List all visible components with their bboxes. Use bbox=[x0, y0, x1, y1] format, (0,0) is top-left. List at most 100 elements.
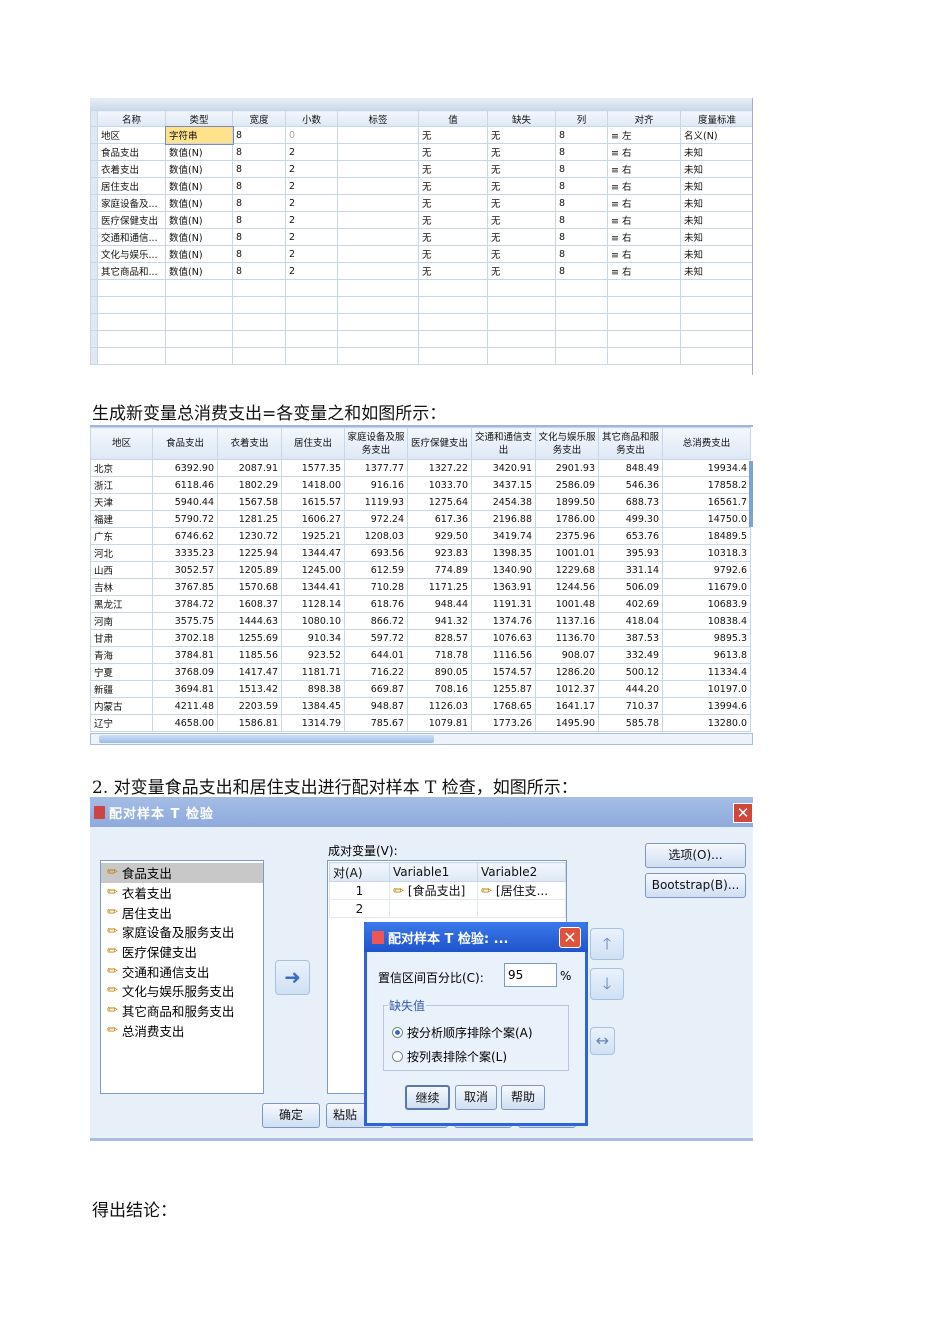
table-cell[interactable]: 8 bbox=[232, 245, 286, 263]
table-cell[interactable]: 2454.38 bbox=[471, 493, 536, 511]
column-header[interactable]: 宽度 bbox=[232, 110, 286, 127]
table-cell[interactable] bbox=[337, 177, 419, 195]
table-cell[interactable]: 1570.68 bbox=[217, 578, 282, 596]
table-cell[interactable]: 653.76 bbox=[598, 527, 663, 545]
table-cell[interactable]: 499.30 bbox=[598, 510, 663, 528]
row-marker[interactable] bbox=[90, 313, 98, 331]
table-cell[interactable]: 1925.21 bbox=[281, 527, 345, 545]
table-cell[interactable]: 1245.00 bbox=[281, 561, 345, 579]
row-marker[interactable] bbox=[90, 347, 98, 365]
table-cell[interactable] bbox=[337, 245, 419, 263]
table-cell[interactable]: 1033.70 bbox=[407, 476, 472, 494]
table-cell[interactable] bbox=[418, 296, 488, 314]
table-cell[interactable]: 未知 bbox=[680, 143, 752, 161]
table-cell[interactable]: 1001.01 bbox=[535, 544, 599, 562]
ok-button[interactable]: 确定 bbox=[262, 1103, 320, 1128]
variable-list-item[interactable]: ✏ 居住支出 bbox=[101, 902, 263, 922]
table-cell[interactable] bbox=[337, 228, 419, 246]
table-cell[interactable]: 1641.17 bbox=[535, 697, 599, 715]
table-cell[interactable]: 14750.0 bbox=[662, 510, 751, 528]
table-cell[interactable]: 718.78 bbox=[407, 646, 472, 664]
table-cell[interactable]: 1126.03 bbox=[407, 697, 472, 715]
table-cell[interactable]: 1608.37 bbox=[217, 595, 282, 613]
table-cell[interactable] bbox=[555, 347, 608, 365]
table-cell[interactable]: 1001.48 bbox=[535, 595, 599, 613]
table-cell[interactable]: 1384.45 bbox=[281, 697, 345, 715]
table-cell[interactable] bbox=[232, 279, 286, 297]
table-cell[interactable]: 8 bbox=[232, 194, 286, 212]
table-cell[interactable]: 1255.87 bbox=[471, 680, 536, 698]
table-cell[interactable]: 2 bbox=[285, 228, 338, 246]
variable-list-item[interactable]: ✏ 医疗保健支出 bbox=[101, 942, 263, 962]
variable-list-item[interactable]: ✏ 家庭设备及服务支出 bbox=[101, 922, 263, 942]
pair-cell[interactable]: ✏ [居住支... bbox=[477, 881, 566, 900]
table-cell[interactable]: 11679.0 bbox=[662, 578, 751, 596]
table-cell[interactable] bbox=[165, 347, 233, 365]
variable-list-item[interactable]: ✏ 交通和通信支出 bbox=[101, 961, 263, 981]
table-cell[interactable] bbox=[337, 330, 419, 348]
table-cell[interactable] bbox=[285, 296, 338, 314]
table-cell[interactable]: 无 bbox=[418, 211, 488, 229]
table-cell[interactable]: 医疗保健支出 bbox=[97, 211, 166, 229]
table-cell[interactable]: 4211.48 bbox=[152, 697, 218, 715]
table-cell[interactable] bbox=[337, 313, 419, 331]
column-header[interactable]: 对齐 bbox=[607, 110, 681, 127]
table-cell[interactable]: 数值(N) bbox=[165, 228, 233, 246]
table-cell[interactable]: 948.87 bbox=[344, 697, 408, 715]
column-header[interactable]: 总消费支出 bbox=[662, 427, 751, 460]
table-cell[interactable]: ≡ 右 bbox=[607, 245, 681, 263]
column-header[interactable]: 缺失 bbox=[487, 110, 556, 127]
table-cell[interactable]: 1137.16 bbox=[535, 612, 599, 630]
table-cell[interactable]: 910.34 bbox=[281, 629, 345, 647]
column-header[interactable]: 居住支出 bbox=[281, 427, 345, 460]
table-cell[interactable]: 数值(N) bbox=[165, 160, 233, 178]
cancel-button[interactable]: 取消 bbox=[455, 1085, 497, 1110]
table-cell[interactable]: 18489.5 bbox=[662, 527, 751, 545]
table-cell[interactable]: 8 bbox=[232, 228, 286, 246]
table-cell[interactable]: 8 bbox=[555, 177, 608, 195]
table-cell[interactable]: 8 bbox=[232, 211, 286, 229]
table-cell[interactable]: 无 bbox=[487, 245, 556, 263]
table-cell[interactable] bbox=[97, 296, 166, 314]
table-cell[interactable]: 5940.44 bbox=[152, 493, 218, 511]
table-cell[interactable] bbox=[337, 194, 419, 212]
table-cell[interactable]: 2 bbox=[285, 177, 338, 195]
table-cell[interactable] bbox=[285, 313, 338, 331]
row-marker[interactable] bbox=[90, 330, 98, 348]
table-cell[interactable] bbox=[232, 313, 286, 331]
table-cell[interactable]: 数值(N) bbox=[165, 143, 233, 161]
table-cell[interactable]: ≡ 右 bbox=[607, 194, 681, 212]
table-cell[interactable]: 6392.90 bbox=[152, 459, 218, 477]
table-cell[interactable] bbox=[97, 279, 166, 297]
bootstrap-button[interactable]: Bootstrap(B)... bbox=[645, 873, 746, 898]
table-cell[interactable]: 黑龙江 bbox=[90, 595, 153, 613]
table-cell[interactable]: ≡ 右 bbox=[607, 262, 681, 280]
table-cell[interactable]: 无 bbox=[418, 126, 488, 144]
row-marker[interactable] bbox=[90, 126, 98, 144]
table-cell[interactable]: 1344.41 bbox=[281, 578, 345, 596]
table-cell[interactable] bbox=[337, 296, 419, 314]
table-cell[interactable]: 1768.65 bbox=[471, 697, 536, 715]
table-cell[interactable]: 1181.71 bbox=[281, 663, 345, 681]
table-cell[interactable] bbox=[607, 347, 681, 365]
table-cell[interactable]: 1495.90 bbox=[535, 714, 599, 732]
table-cell[interactable]: 8 bbox=[555, 228, 608, 246]
table-cell[interactable]: 其它商品和... bbox=[97, 262, 166, 280]
table-cell[interactable] bbox=[232, 296, 286, 314]
table-cell[interactable]: ≡ 左 bbox=[607, 126, 681, 144]
table-cell[interactable] bbox=[285, 330, 338, 348]
table-cell[interactable] bbox=[232, 330, 286, 348]
table-cell[interactable] bbox=[337, 143, 419, 161]
table-cell[interactable]: 辽宁 bbox=[90, 714, 153, 732]
table-cell[interactable] bbox=[285, 279, 338, 297]
row-marker[interactable] bbox=[90, 279, 98, 297]
table-cell[interactable]: 3419.74 bbox=[471, 527, 536, 545]
move-to-pairs-button[interactable]: ➜ bbox=[275, 960, 310, 995]
table-cell[interactable]: 甘肃 bbox=[90, 629, 153, 647]
move-up-button[interactable]: 🡑 bbox=[590, 928, 624, 960]
table-cell[interactable]: ≡ 右 bbox=[607, 143, 681, 161]
table-cell[interactable]: 669.87 bbox=[344, 680, 408, 698]
table-cell[interactable]: 8 bbox=[232, 177, 286, 195]
table-cell[interactable]: 8 bbox=[232, 143, 286, 161]
column-header[interactable]: 其它商品和服务支出 bbox=[598, 427, 663, 460]
